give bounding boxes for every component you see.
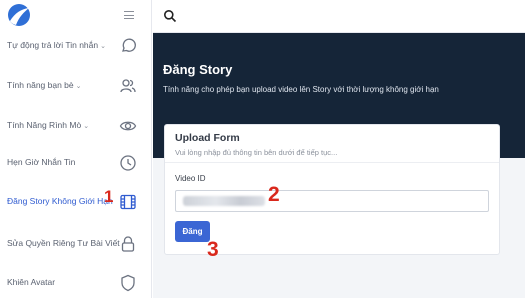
lock-icon	[121, 236, 135, 252]
top-bar	[153, 0, 525, 33]
sidebar-item-label: Tính năng bạn bè	[7, 80, 74, 90]
hamburger-icon[interactable]	[124, 11, 134, 19]
post-button[interactable]: Đăng	[175, 221, 210, 242]
form-subtitle: Vui lòng nhập đủ thông tin bên dưới để t…	[175, 148, 338, 157]
upload-form-card: Upload Form Vui lòng nhập đủ thông tin b…	[164, 124, 500, 255]
redacted-value	[183, 196, 265, 206]
sidebar-item-label: Tự động trả lời Tin nhắn	[7, 40, 99, 50]
chevron-down-icon: ⌄	[100, 43, 106, 50]
sidebar-item-post-privacy[interactable]: Sửa Quyền Riêng Tư Bài Viết	[0, 233, 152, 257]
sidebar-item-schedule-message[interactable]: Hẹn Giờ Nhắn Tin	[0, 152, 152, 176]
eye-icon	[119, 121, 137, 131]
chevron-down-icon: ⌄	[83, 123, 90, 130]
sidebar-item-label: Tính Năng Rình Mò	[7, 120, 82, 130]
sidebar-item-label: Sửa Quyền Riêng Tư Bài Viết	[7, 238, 120, 248]
sidebar-item-label: Đăng Story Không Giới Hạn	[7, 196, 113, 206]
page-subtitle: Tính năng cho phép bạn upload video lên …	[163, 85, 439, 94]
step-marker-3: 3	[207, 238, 219, 261]
page-title: Đăng Story	[163, 62, 233, 77]
sidebar-item-label: Khiên Avatar	[7, 277, 56, 287]
sidebar-item-label: Hẹn Giờ Nhắn Tin	[7, 157, 76, 167]
step-marker-1: 1	[104, 187, 114, 206]
sidebar: Tự động trả lời Tin nhắn ⌄ Tính năng bạn …	[0, 0, 152, 298]
video-id-label: Video ID	[175, 174, 206, 183]
search-icon[interactable]	[163, 9, 177, 23]
film-icon	[120, 194, 136, 210]
sidebar-item-stalker[interactable]: Tính Năng Rình Mò ⌄	[0, 115, 152, 139]
users-icon	[120, 79, 136, 93]
sidebar-item-auto-reply[interactable]: Tự động trả lời Tin nhắn ⌄	[0, 35, 152, 59]
step-marker-2: 2	[268, 183, 280, 206]
form-title: Upload Form	[175, 132, 240, 144]
sidebar-item-avatar-shield[interactable]: Khiên Avatar	[0, 272, 152, 296]
sidebar-item-unlimited-story[interactable]: Đăng Story Không Giới Hạn	[0, 191, 152, 215]
sidebar-item-friends[interactable]: Tính năng bạn bè ⌄	[0, 75, 152, 99]
sidebar-header	[0, 0, 152, 32]
clock-icon	[120, 155, 136, 171]
chevron-down-icon: ⌄	[75, 83, 82, 90]
shield-icon	[121, 274, 135, 292]
chat-bubble-icon	[122, 38, 136, 52]
divider	[165, 162, 499, 163]
app-logo-icon[interactable]	[7, 3, 31, 27]
